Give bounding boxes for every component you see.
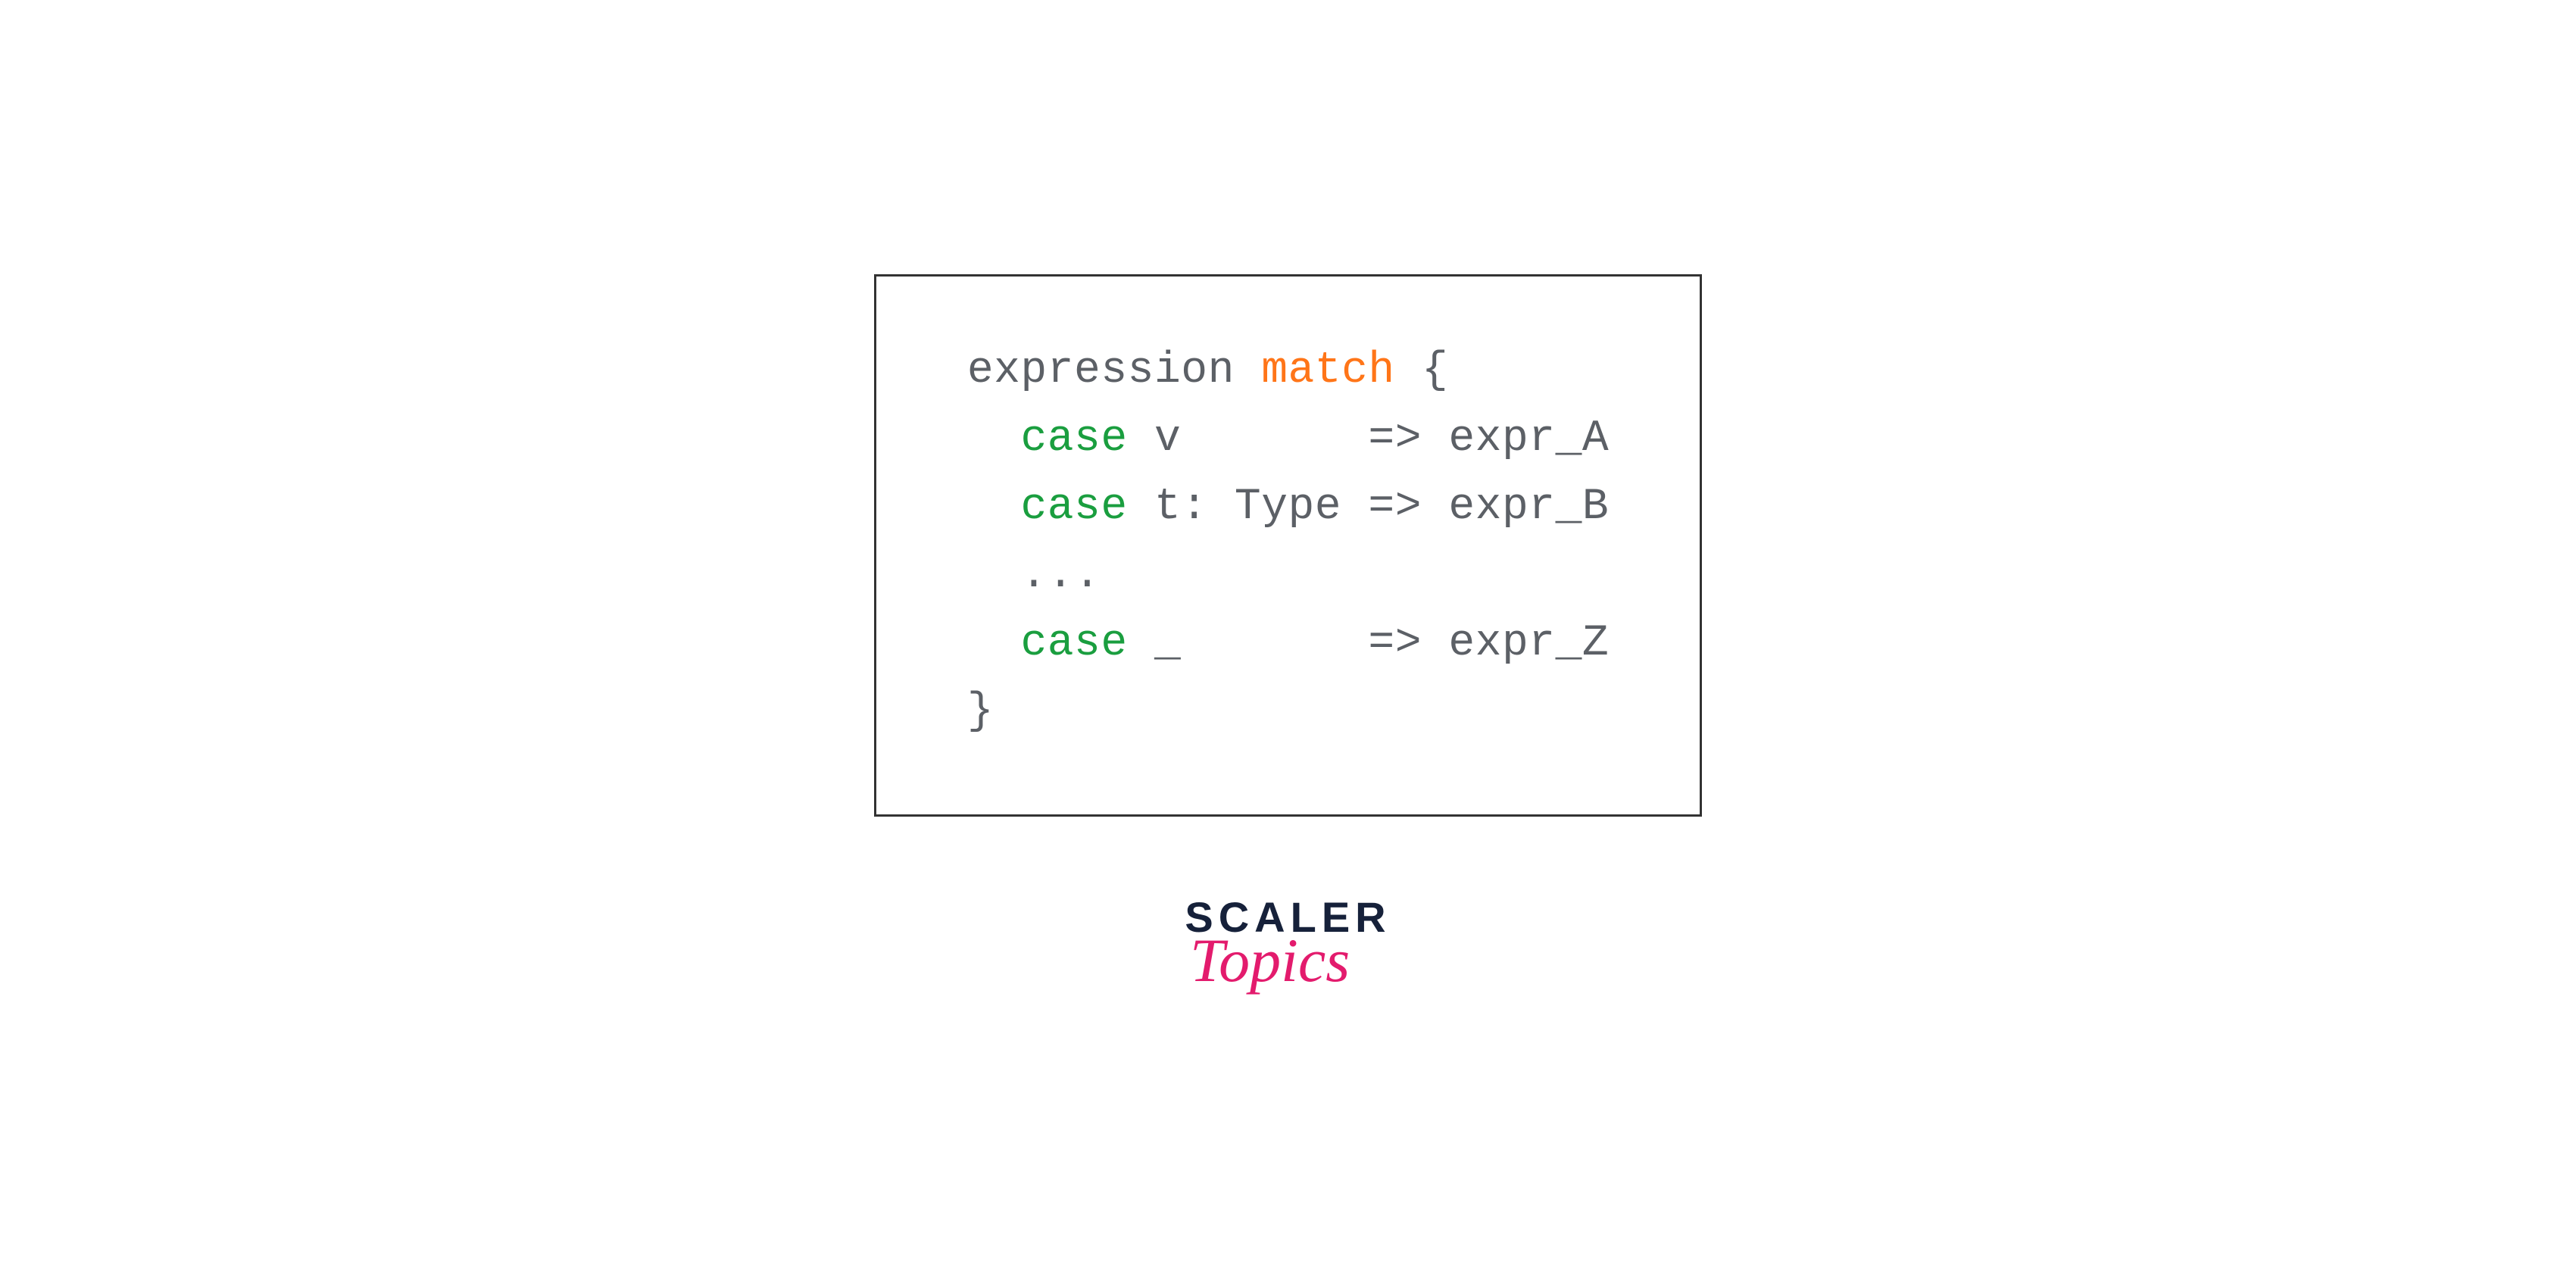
keyword-case: case — [1020, 414, 1127, 464]
code-indent — [967, 551, 1021, 600]
scaler-topics-logo: SCALER Topics — [1182, 892, 1394, 1004]
code-text-rest: _ => expr_Z — [1128, 619, 1610, 668]
code-text-expr: expression — [967, 346, 1261, 395]
code-indent — [967, 483, 1021, 532]
code-content: expression match { case v => expr_A case… — [967, 337, 1609, 745]
code-indent — [967, 414, 1021, 464]
keyword-match: match — [1261, 346, 1395, 395]
logo-topics-svg-text: Topics — [1190, 928, 1350, 995]
keyword-case: case — [1020, 619, 1127, 668]
code-text-dots: ... — [1020, 551, 1101, 600]
code-text-rest: t: Type => expr_B — [1128, 483, 1610, 532]
code-text-brace-close: } — [967, 687, 994, 736]
logo-topics-text: Topics — [1182, 928, 1394, 1004]
code-text-brace: { — [1395, 346, 1449, 395]
code-text-rest: v => expr_A — [1128, 414, 1610, 464]
code-indent — [967, 619, 1021, 668]
keyword-case: case — [1020, 483, 1127, 532]
code-box: expression match { case v => expr_A case… — [874, 274, 1702, 816]
